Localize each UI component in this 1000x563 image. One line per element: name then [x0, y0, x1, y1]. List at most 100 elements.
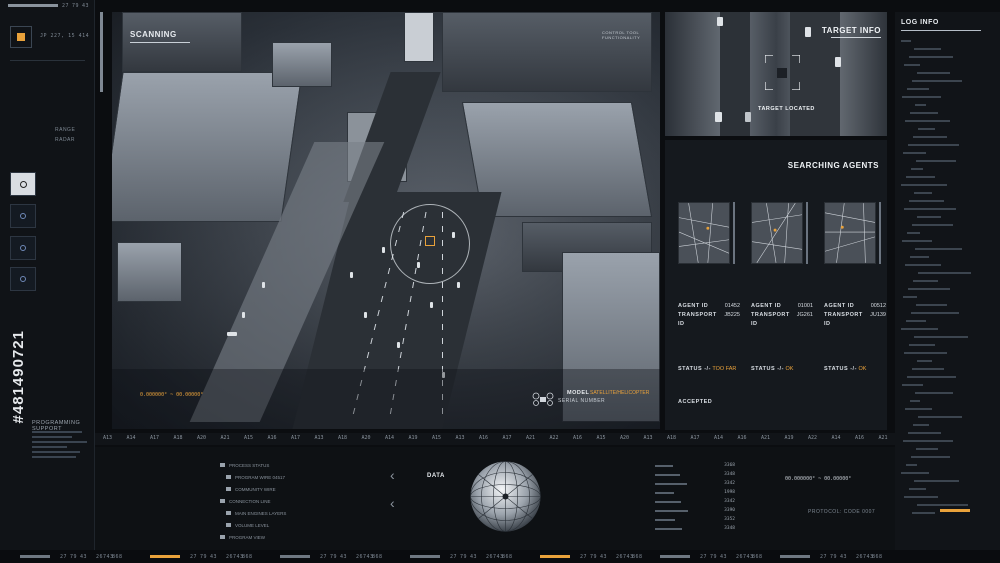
agent-map-3[interactable]	[824, 202, 876, 264]
axis-tick-label: A15	[596, 435, 606, 441]
rail-button-4[interactable]	[10, 267, 36, 291]
log-line	[901, 470, 996, 478]
readout-bar	[655, 500, 681, 503]
log-line	[901, 158, 996, 166]
building	[117, 242, 182, 302]
log-line	[901, 246, 996, 254]
tree-item[interactable]: PROCESS STATUS	[220, 459, 330, 471]
readout-row: 3348	[655, 470, 735, 479]
status-label: STATUS -/-	[824, 366, 857, 372]
tree-item[interactable]: PROGRAM WIRE 04517	[220, 471, 330, 483]
log-lines	[901, 38, 996, 518]
footer-number: 868	[752, 554, 763, 560]
agent-divider	[806, 202, 808, 264]
footer-bar: 27 79 43 26743 868 27 79 43 26743 868 27 79 43 26743 8…	[0, 550, 1000, 563]
log-line	[901, 438, 996, 446]
footer-number: 26743	[856, 554, 874, 560]
car	[262, 282, 265, 288]
tree-item[interactable]: PROGRAM VIEW	[220, 531, 330, 543]
target-status: TARGET LOCATED	[758, 106, 815, 112]
top-number-1: 27	[62, 3, 70, 9]
status-label: STATUS -/-	[751, 366, 784, 372]
transport-id-value: JU139	[870, 312, 886, 318]
log-line	[901, 62, 996, 70]
scanning-view[interactable]: SCANNING CONTROL TOOL FUNCTIONALITY 0.00…	[112, 12, 660, 429]
footer-number: 43	[840, 554, 848, 560]
bus	[227, 332, 237, 336]
log-line	[901, 294, 996, 302]
agent-map-2[interactable]	[751, 202, 803, 264]
left-rail: JP 227, 15 414 RANGE RADAR #481490721 PR…	[0, 0, 95, 563]
footer-number: 79	[70, 554, 78, 560]
transport-id-label: TRANSPORT ID	[824, 312, 863, 327]
scan-scrollbar[interactable]	[100, 12, 103, 92]
log-line	[901, 286, 996, 294]
footer-number: 27	[320, 554, 328, 560]
log-line	[901, 334, 996, 342]
tree-item[interactable]: COMMUNITY WIRE	[220, 483, 330, 495]
footer-number: 26743	[96, 554, 114, 560]
top-progress-bar	[8, 4, 58, 7]
tree-item[interactable]: CONNECTION LINE	[220, 495, 330, 507]
status-label: STATUS -/-	[678, 366, 711, 372]
log-line	[901, 310, 996, 318]
agent-card-2: AGENT ID 01001 TRANSPORT ID JG261 STATUS -…	[751, 302, 813, 374]
car	[745, 112, 751, 122]
footer-number: 43	[340, 554, 348, 560]
log-line	[901, 214, 996, 222]
status-value: OK	[785, 366, 794, 372]
folder-icon	[226, 523, 231, 527]
axis-tick-label: A18	[667, 435, 677, 441]
folder-icon	[220, 463, 225, 467]
log-info-panel[interactable]: LOG INFO	[895, 12, 1000, 552]
tree-item-label: PROGRAM WIRE 04517	[235, 474, 286, 480]
readout-row: 3352	[655, 515, 735, 524]
top-caption: CONTROL TOOL FUNCTIONALITY	[602, 30, 641, 40]
axis-tick-label: A16	[573, 435, 583, 441]
footer-number: 27	[700, 554, 708, 560]
target-marker-icon[interactable]	[425, 236, 435, 246]
rail-button-2[interactable]	[10, 204, 36, 228]
building	[272, 42, 332, 87]
agent-map-1[interactable]	[678, 202, 730, 264]
rail-label-range: RANGE	[55, 127, 76, 133]
agent-id-value: 00512	[870, 303, 886, 309]
circle-icon	[20, 276, 26, 282]
accepted-label: ACCEPTED	[678, 399, 713, 405]
transport-id-value: JG261	[796, 312, 813, 318]
axis-tick-label: A14	[385, 435, 395, 441]
target-info-view[interactable]: TARGET LOCATED TARGET INFO	[665, 12, 887, 136]
agent-id-value: 01001	[797, 303, 813, 309]
rail-button-3[interactable]	[10, 236, 36, 260]
rail-button-1[interactable]	[10, 172, 36, 196]
car	[715, 112, 722, 122]
log-line	[901, 46, 996, 54]
log-line	[901, 190, 996, 198]
chevron-left-icon[interactable]: ‹	[390, 495, 395, 511]
footer-number: 43	[80, 554, 88, 560]
searching-agents-title: SEARCHING AGENTS	[787, 161, 879, 170]
car	[805, 27, 811, 37]
circle-icon	[20, 245, 26, 251]
log-line	[901, 326, 996, 334]
footer-number: 27	[820, 554, 828, 560]
footer-number: 27	[60, 554, 68, 560]
footer-number: 868	[372, 554, 383, 560]
log-line	[901, 38, 996, 46]
target-info-title: TARGET INFO	[821, 26, 881, 35]
log-line	[901, 406, 996, 414]
log-line	[901, 166, 996, 174]
axis-tick-label: A13	[643, 435, 653, 441]
readout-value: 3348	[724, 472, 735, 477]
footer-number: 27	[580, 554, 588, 560]
chevron-left-icon[interactable]: ‹	[390, 467, 395, 483]
folder-icon	[226, 511, 231, 515]
tree-item[interactable]: VOLUME LEVEL	[220, 519, 330, 531]
globe-icon[interactable]	[468, 459, 543, 534]
footer-number: 79	[710, 554, 718, 560]
axis-tick-label: A19	[784, 435, 794, 441]
tree-item[interactable]: MAIN ENGINES LAYERS	[220, 507, 330, 519]
car	[364, 312, 367, 318]
building	[442, 12, 652, 92]
log-line	[901, 270, 996, 278]
